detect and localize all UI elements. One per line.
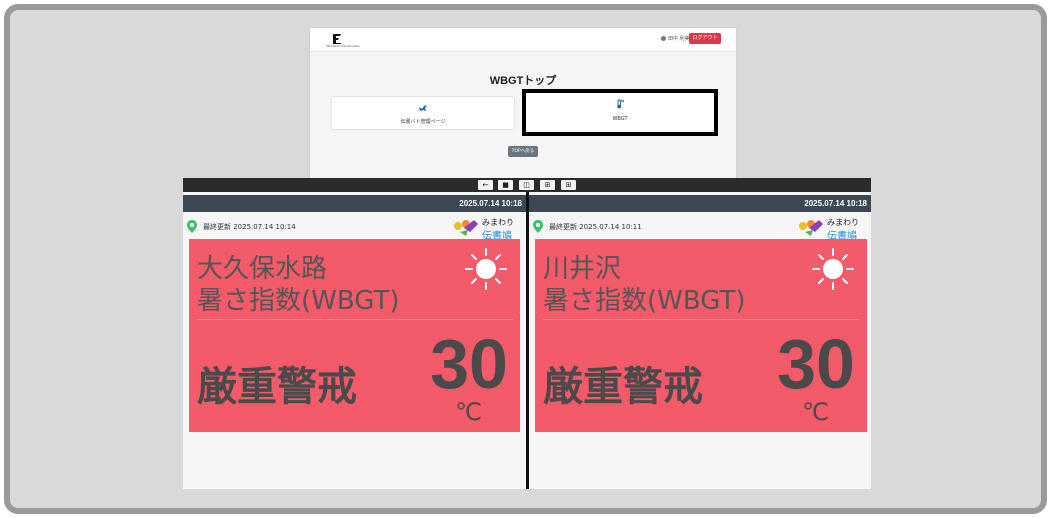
bird-icon bbox=[419, 105, 427, 111]
toolbar-button-label: ← bbox=[482, 181, 489, 189]
clock: 2025.07.14 10:18 bbox=[183, 195, 526, 212]
update-row: 最終更新 2025.07.14 10:11 みまわり 伝書鳩 bbox=[529, 214, 871, 242]
toolbar-button-label: ⊞ bbox=[544, 181, 551, 189]
top-navbar: Mimawari Denshobato 田中 利美 ログアウト bbox=[310, 28, 736, 52]
sun-icon bbox=[812, 248, 854, 290]
page-title: WBGTトップ bbox=[489, 75, 557, 87]
card-wbgt[interactable]: WBGT bbox=[522, 89, 718, 136]
thermometer-icon bbox=[617, 99, 624, 109]
card-pigeon-admin[interactable]: 伝書バト管理ページ bbox=[331, 96, 515, 130]
wbgt-alert-card: 川井沢 暑さ指数(WBGT) 厳重警戒 30 ℃ bbox=[535, 239, 867, 432]
last-updated: 最終更新 2025.07.14 10:14 bbox=[203, 223, 296, 231]
back-to-top-button[interactable]: TOPへ戻る bbox=[508, 146, 538, 157]
view-toolbar: ← ■ ◫ ⊞ ⊞ bbox=[183, 178, 871, 192]
card-label: 伝書バト管理ページ bbox=[400, 119, 446, 125]
station-name: 川井沢 bbox=[543, 254, 622, 284]
wbgt-unit: ℃ bbox=[802, 398, 829, 426]
grid-view-icon[interactable]: ⊞ bbox=[540, 180, 555, 190]
back-arrow-icon[interactable]: ← bbox=[478, 180, 493, 190]
sun-icon bbox=[465, 248, 507, 290]
map-pin-icon bbox=[187, 220, 197, 233]
divider bbox=[197, 319, 513, 320]
user-icon bbox=[661, 36, 666, 41]
station-panel-left: 2025.07.14 10:18 最終更新 2025.07.14 10:14 み… bbox=[183, 192, 526, 489]
pigeon-logo-icon bbox=[454, 220, 478, 236]
single-view-icon[interactable]: ■ bbox=[498, 180, 513, 190]
clock: 2025.07.14 10:18 bbox=[529, 195, 871, 212]
wbgt-alert-card: 大久保水路 暑さ指数(WBGT) 厳重警戒 30 ℃ bbox=[189, 239, 520, 432]
divider bbox=[543, 319, 859, 320]
user-name[interactable]: 田中 利美 bbox=[661, 35, 690, 42]
station-name: 大久保水路 bbox=[197, 254, 328, 284]
station-panel-right: 2025.07.14 10:18 最終更新 2025.07.14 10:11 み… bbox=[529, 192, 871, 489]
index-title: 暑さ指数(WBGT) bbox=[197, 286, 400, 316]
wbgt-value: 30 bbox=[777, 325, 855, 403]
split-view-icon[interactable]: ◫ bbox=[519, 180, 534, 190]
toolbar-button-label: ⊞ bbox=[565, 181, 572, 189]
wbgt-value: 30 bbox=[430, 325, 508, 403]
card-label: WBGT bbox=[612, 116, 628, 122]
logout-button[interactable]: ログアウト bbox=[689, 33, 721, 44]
logo-caption: Mimawari Denshobato bbox=[326, 44, 360, 48]
brand-logo: みまわり 伝書鳩 bbox=[797, 217, 867, 242]
toolbar-button-label: ■ bbox=[502, 181, 509, 189]
wbgt-dashboard: ← ■ ◫ ⊞ ⊞ 2025.07.14 10:18 最終更新 2025.07.… bbox=[183, 178, 871, 489]
last-updated: 最終更新 2025.07.14 10:11 bbox=[549, 223, 642, 231]
toolbar-button-label: ◫ bbox=[523, 181, 530, 189]
alert-level: 厳重警戒 bbox=[543, 364, 703, 410]
pigeon-logo-icon bbox=[799, 220, 823, 236]
back-to-top-label: TOPへ戻る bbox=[511, 149, 535, 154]
logout-label: ログアウト bbox=[692, 35, 718, 41]
update-row: 最終更新 2025.07.14 10:14 みまわり 伝書鳩 bbox=[183, 214, 526, 242]
alert-level: 厳重警戒 bbox=[197, 364, 357, 410]
grid-view-alt-icon[interactable]: ⊞ bbox=[561, 180, 576, 190]
index-title: 暑さ指数(WBGT) bbox=[543, 286, 746, 316]
user-name-label: 田中 利美 bbox=[668, 36, 690, 42]
wbgt-top-page: Mimawari Denshobato 田中 利美 ログアウト WBGTトップ … bbox=[309, 27, 737, 179]
map-pin-icon bbox=[533, 220, 543, 233]
wbgt-unit: ℃ bbox=[455, 398, 482, 426]
brand-logo: みまわり 伝書鳩 bbox=[452, 217, 522, 242]
